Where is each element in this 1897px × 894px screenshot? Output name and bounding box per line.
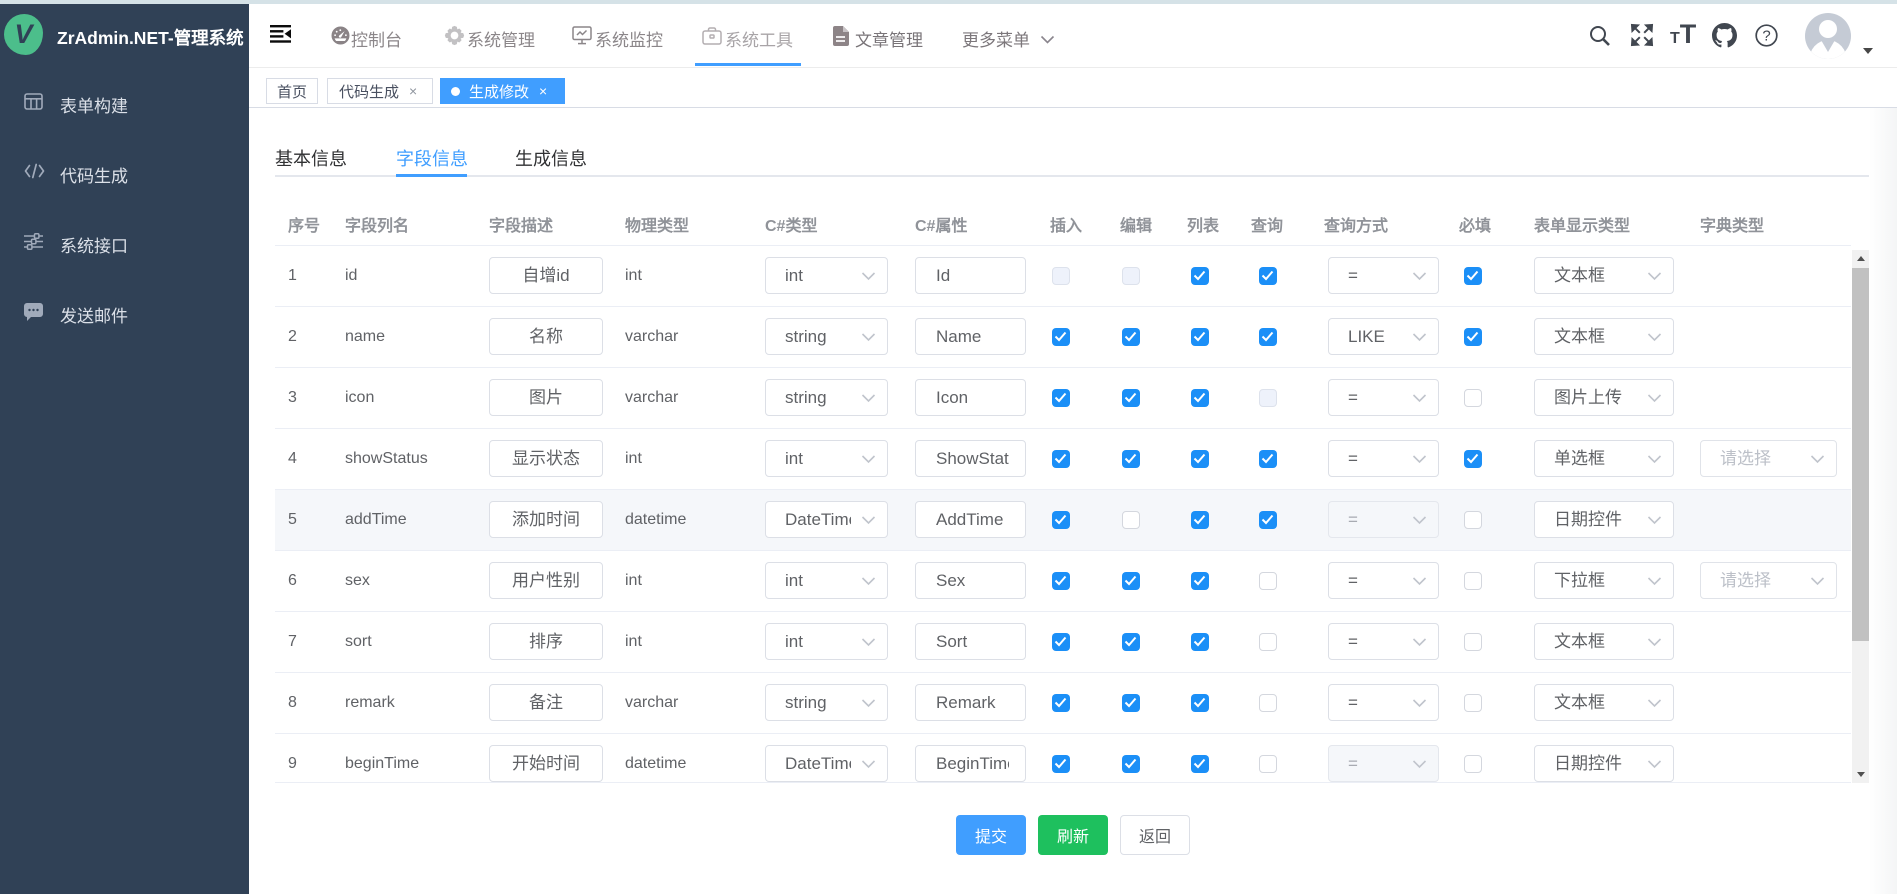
- svg-text:?: ?: [1762, 27, 1770, 44]
